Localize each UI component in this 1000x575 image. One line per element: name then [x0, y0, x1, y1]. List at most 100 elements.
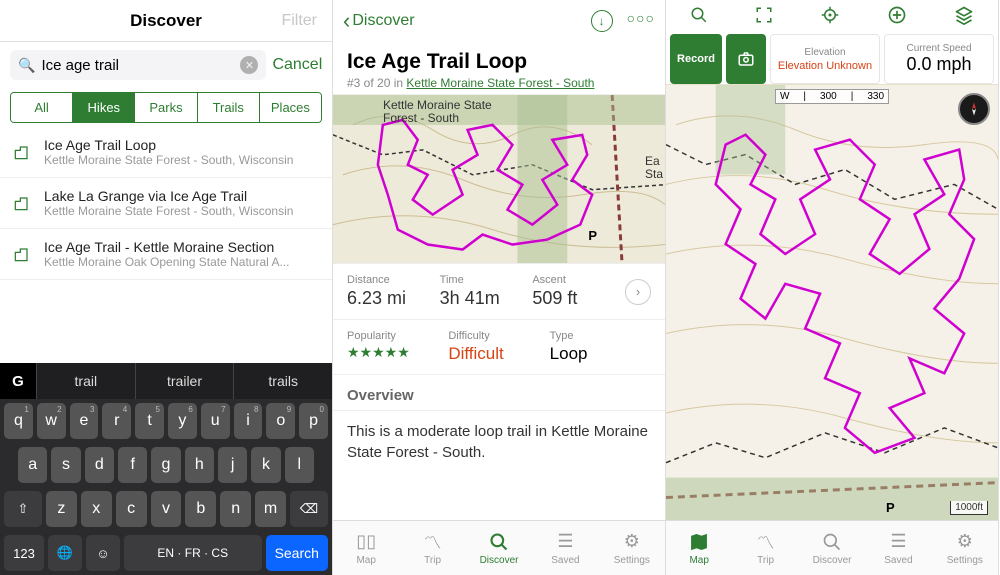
- locate-icon[interactable]: [821, 6, 839, 29]
- key-q[interactable]: q1: [4, 403, 33, 439]
- park-link[interactable]: Kettle Moraine State Forest - South: [406, 76, 594, 90]
- search-input[interactable]: [41, 57, 240, 74]
- map-icon: [689, 531, 709, 553]
- meta-label: Popularity: [347, 330, 448, 342]
- result-title: Ice Age Trail - Kettle Moraine Section: [44, 239, 320, 255]
- chevron-right-icon[interactable]: ›: [625, 279, 651, 305]
- saved-icon: ☰: [557, 531, 573, 553]
- key-x[interactable]: x: [81, 491, 112, 527]
- list-item[interactable]: Lake La Grange via Ice Age Trail Kettle …: [0, 178, 332, 229]
- hike-icon: [12, 188, 34, 218]
- suggestion[interactable]: trail: [36, 363, 135, 399]
- filter-trails[interactable]: Trails: [198, 93, 260, 122]
- main-map[interactable]: W|300|330 P 1000ft: [666, 84, 998, 575]
- key-a[interactable]: a: [18, 447, 47, 483]
- search-icon: 🔍: [18, 57, 35, 74]
- stat-label: Time: [440, 274, 533, 286]
- download-icon[interactable]: ↓: [591, 10, 613, 32]
- layers-icon[interactable]: [954, 5, 974, 30]
- tab-map[interactable]: Map: [666, 521, 732, 575]
- key-m[interactable]: m: [255, 491, 286, 527]
- cancel-button[interactable]: Cancel: [272, 56, 322, 74]
- key-c[interactable]: c: [116, 491, 147, 527]
- fullscreen-icon[interactable]: [755, 6, 773, 29]
- compass-icon[interactable]: [958, 93, 990, 125]
- key-k[interactable]: k: [251, 447, 280, 483]
- key-j[interactable]: j: [218, 447, 247, 483]
- result-sub: Kettle Moraine State Forest - South, Wis…: [44, 204, 320, 218]
- tab-discover[interactable]: Discover: [799, 521, 865, 575]
- popularity-stars: ★★★★★: [347, 344, 448, 361]
- emoji-key[interactable]: ☺: [86, 535, 120, 571]
- key-p[interactable]: p0: [299, 403, 328, 439]
- record-button[interactable]: Record: [670, 34, 722, 84]
- key-f[interactable]: f: [118, 447, 147, 483]
- tab-trip[interactable]: 〽Trip: [732, 521, 798, 575]
- key-t[interactable]: t5: [135, 403, 164, 439]
- backspace-key[interactable]: ⌫: [290, 491, 328, 527]
- hike-icon: [12, 137, 34, 167]
- shift-key[interactable]: ⇧: [4, 491, 42, 527]
- suggestion[interactable]: trailer: [135, 363, 234, 399]
- tab-saved[interactable]: ☰Saved: [865, 521, 931, 575]
- key-n[interactable]: n: [220, 491, 251, 527]
- keyboard-row: q1w2e3r4t5y6u7i8o9p0: [0, 399, 332, 443]
- tab-settings[interactable]: ⚙Settings: [932, 521, 998, 575]
- key-i[interactable]: i8: [234, 403, 263, 439]
- numeric-key[interactable]: 123: [4, 535, 44, 571]
- key-u[interactable]: u7: [201, 403, 230, 439]
- search-box[interactable]: 🔍 ✕: [10, 50, 266, 80]
- key-s[interactable]: s: [51, 447, 80, 483]
- filter-tabs: All Hikes Parks Trails Places: [10, 92, 322, 123]
- search-key[interactable]: Search: [266, 535, 329, 571]
- tab-trip[interactable]: 〽Trip: [399, 521, 465, 575]
- key-w[interactable]: w2: [37, 403, 66, 439]
- search-icon[interactable]: [690, 6, 708, 29]
- key-z[interactable]: z: [46, 491, 77, 527]
- key-g[interactable]: g: [151, 447, 180, 483]
- key-d[interactable]: d: [85, 447, 114, 483]
- more-icon[interactable]: ○○○: [627, 10, 655, 32]
- key-l[interactable]: l: [285, 447, 314, 483]
- filter-parks[interactable]: Parks: [135, 93, 197, 122]
- tab-discover[interactable]: Discover: [466, 521, 532, 575]
- key-v[interactable]: v: [151, 491, 182, 527]
- clear-icon[interactable]: ✕: [240, 56, 258, 74]
- suggestion[interactable]: trails: [233, 363, 332, 399]
- map-label: Forest - South: [383, 111, 459, 125]
- filter-hikes[interactable]: Hikes: [73, 93, 135, 122]
- meta-label: Type: [550, 330, 651, 342]
- filter-all[interactable]: All: [11, 93, 73, 122]
- back-button[interactable]: ‹ Discover: [343, 8, 415, 34]
- key-o[interactable]: o9: [266, 403, 295, 439]
- camera-button[interactable]: [726, 34, 766, 84]
- map-toolbar: [666, 0, 998, 34]
- list-item[interactable]: Ice Age Trail Loop Kettle Moraine State …: [0, 127, 332, 178]
- hike-icon: [12, 239, 34, 269]
- tab-saved[interactable]: ☰Saved: [532, 521, 598, 575]
- key-b[interactable]: b: [185, 491, 216, 527]
- tab-settings[interactable]: ⚙Settings: [599, 521, 665, 575]
- tab-bar: ▯▯Map 〽Trip Discover ☰Saved ⚙Settings: [333, 520, 665, 575]
- key-y[interactable]: y6: [168, 403, 197, 439]
- trail-map-preview[interactable]: Kettle Moraine State Forest - South Ea S…: [333, 94, 665, 264]
- trail-title: Ice Age Trail Loop: [347, 50, 651, 74]
- filter-button[interactable]: Filter: [281, 12, 317, 30]
- stat-time: 3h 41m: [440, 288, 533, 309]
- lang-key[interactable]: EN · FR · CS: [124, 535, 262, 571]
- tab-map[interactable]: ▯▯Map: [333, 521, 399, 575]
- stat-label: Elevation: [804, 47, 845, 58]
- keyboard-g-icon[interactable]: G: [0, 363, 36, 399]
- stat-label: Distance: [347, 274, 440, 286]
- filter-places[interactable]: Places: [260, 93, 321, 122]
- key-e[interactable]: e3: [70, 403, 99, 439]
- list-item[interactable]: Ice Age Trail - Kettle Moraine Section K…: [0, 229, 332, 280]
- back-label: Discover: [352, 12, 414, 30]
- elevation-stat[interactable]: Elevation Elevation Unknown: [770, 34, 880, 84]
- key-r[interactable]: r4: [102, 403, 131, 439]
- key-h[interactable]: h: [185, 447, 214, 483]
- globe-key[interactable]: 🌐: [48, 535, 82, 571]
- overview-heading: Overview: [333, 375, 665, 411]
- speed-stat[interactable]: Current Speed 0.0 mph: [884, 34, 994, 84]
- add-icon[interactable]: [887, 5, 907, 30]
